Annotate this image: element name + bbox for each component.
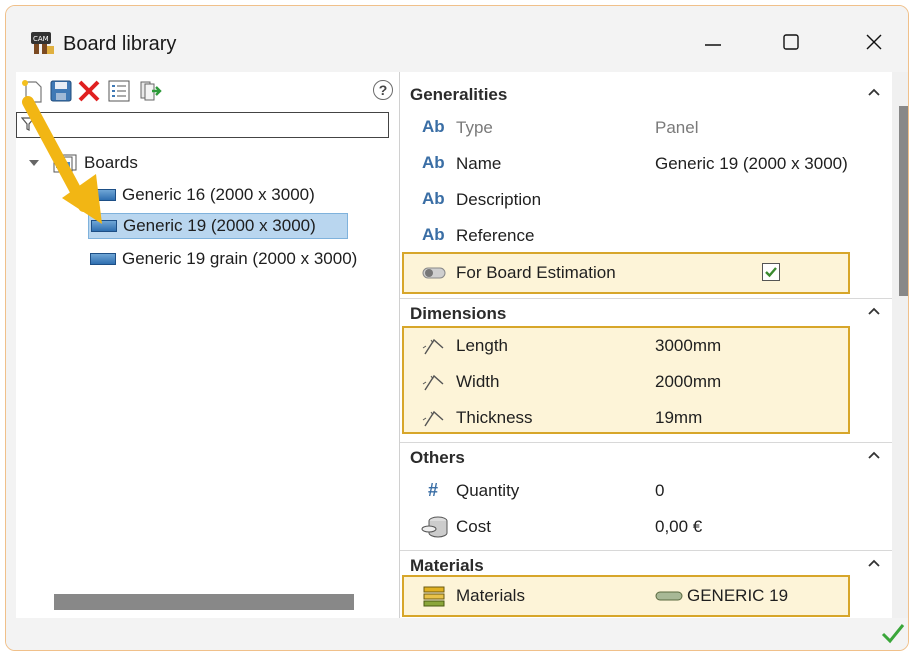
vertical-scrollbar-thumb[interactable] <box>899 106 908 296</box>
dimension-icon <box>422 374 444 391</box>
dimension-icon <box>422 338 444 355</box>
chevron-up-icon[interactable] <box>866 84 882 100</box>
ok-check-icon[interactable] <box>880 622 906 644</box>
prop-value: 3000mm <box>655 336 722 355</box>
chevron-up-icon[interactable] <box>866 447 882 463</box>
number-field-icon: # <box>428 480 439 500</box>
maximize-button[interactable] <box>768 24 814 60</box>
horizontal-scrollbar[interactable] <box>54 594 354 610</box>
properties-pane: Generalities Ab Type Panel Ab Name Gener… <box>400 72 892 618</box>
text-field-icon: Ab <box>422 153 445 172</box>
section-generalities-header[interactable]: Generalities <box>400 80 892 108</box>
prop-name: Cost <box>456 517 491 536</box>
tree-item-label: Generic 16 (2000 x 3000) <box>122 185 315 204</box>
maximize-icon <box>783 34 799 50</box>
close-icon <box>866 34 882 50</box>
title-bar: CAM Board library <box>6 6 908 72</box>
prop-value: 2000mm <box>655 372 722 391</box>
tree-item-label: Generic 19 (2000 x 3000) <box>123 216 316 235</box>
status-bar <box>6 618 908 650</box>
cam-app-icon: CAM <box>31 32 54 54</box>
prop-name: For Board Estimation <box>456 263 616 282</box>
section-title: Others <box>410 448 465 467</box>
prop-row-description[interactable]: Ab Description <box>400 182 892 218</box>
checkmark-icon <box>765 267 777 278</box>
prop-value: Generic 19 (2000 x 3000) <box>655 154 848 173</box>
minimize-button[interactable] <box>690 24 736 60</box>
tree-item-generic-19-grain[interactable]: Generic 19 grain (2000 x 3000) <box>90 246 357 272</box>
board-estimation-checkbox[interactable] <box>762 263 780 281</box>
prop-name: Quantity <box>456 481 520 500</box>
prop-value: 0,00 € <box>655 517 703 536</box>
prop-name: Name <box>456 154 502 173</box>
import-icon[interactable] <box>138 78 164 104</box>
prop-name: Materials <box>456 586 525 605</box>
prop-value: Panel <box>655 118 699 137</box>
prop-row-width[interactable]: Width 2000mm <box>400 364 892 400</box>
text-field-icon: Ab <box>422 117 445 136</box>
window-title: Board library <box>63 33 177 55</box>
board-library-window: CAM Board library ? Boards Generic 16 (2… <box>5 5 909 651</box>
prop-name: Reference <box>456 226 535 245</box>
help-icon[interactable]: ? <box>373 80 393 100</box>
chevron-up-icon[interactable] <box>866 555 882 571</box>
chevron-up-icon[interactable] <box>866 303 882 319</box>
prop-value: 19mm <box>655 408 703 427</box>
section-title: Dimensions <box>410 304 507 323</box>
section-title: Materials <box>410 556 484 575</box>
prop-row-name[interactable]: Ab Name Generic 19 (2000 x 3000) <box>400 146 892 182</box>
svg-text:CAM: CAM <box>33 35 49 43</box>
prop-name: Thickness <box>456 408 533 427</box>
prop-row-cost[interactable]: Cost 0,00 € <box>400 509 892 545</box>
material-swatch-icon <box>655 591 683 601</box>
materials-stack-icon <box>423 586 445 607</box>
annotation-arrow-icon <box>22 96 102 224</box>
text-field-icon: Ab <box>422 225 445 244</box>
section-materials-header[interactable]: Materials <box>400 550 892 578</box>
prop-name: Type <box>456 118 493 137</box>
section-dimensions-header[interactable]: Dimensions <box>400 298 892 326</box>
prop-name: Length <box>456 336 508 355</box>
section-others-header[interactable]: Others <box>400 442 892 470</box>
prop-row-type[interactable]: Ab Type Panel <box>400 110 892 146</box>
coins-icon <box>421 516 448 538</box>
tree-item-label: Generic 19 grain (2000 x 3000) <box>122 249 358 268</box>
prop-row-reference[interactable]: Ab Reference <box>400 218 892 254</box>
prop-row-length[interactable]: Length 3000mm <box>400 328 892 364</box>
board-icon <box>90 253 116 265</box>
dimension-icon <box>422 410 444 427</box>
section-title: Generalities <box>410 85 508 104</box>
prop-value: 0 <box>655 481 665 500</box>
prop-name: Description <box>456 190 542 209</box>
toggle-icon <box>422 267 446 279</box>
prop-row-quantity[interactable]: # Quantity 0 <box>400 473 892 509</box>
text-field-icon: Ab <box>422 189 445 208</box>
prop-value: GENERIC 19 <box>687 586 789 605</box>
prop-row-materials[interactable]: Materials GENERIC 19 <box>400 578 892 614</box>
close-button[interactable] <box>851 24 897 60</box>
prop-name: Width <box>456 372 500 391</box>
prop-row-thickness[interactable]: Thickness 19mm <box>400 400 892 436</box>
prop-row-board-estimation[interactable]: For Board Estimation <box>400 255 892 291</box>
minimize-icon <box>705 44 721 46</box>
